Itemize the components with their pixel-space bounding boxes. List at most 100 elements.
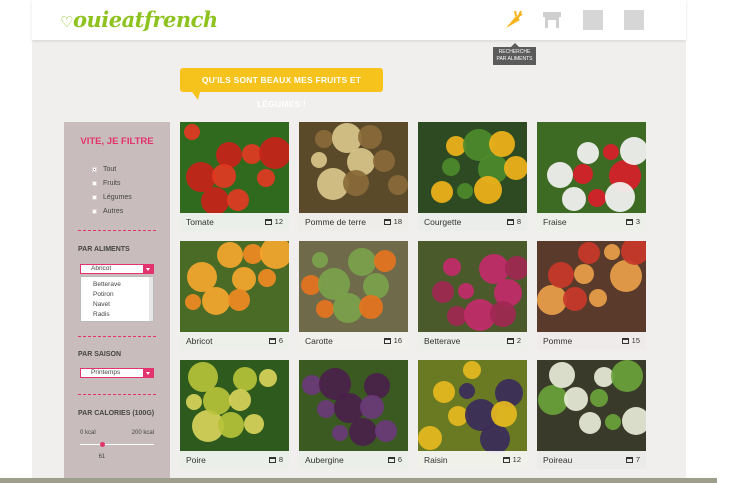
divider <box>78 394 156 395</box>
product-tile[interactable]: Fraise 3 <box>537 122 646 231</box>
product-tile[interactable]: Poireau 7 <box>537 360 646 469</box>
product-count: 16 <box>383 336 402 345</box>
product-caption: Poire 8 <box>180 451 289 469</box>
radio-dot[interactable] <box>92 180 97 186</box>
product-count: 2 <box>506 336 521 345</box>
list-item[interactable]: Navet <box>93 300 153 310</box>
basket-icon <box>625 219 633 225</box>
product-count-value: 8 <box>516 217 521 226</box>
product-name: Aubergine <box>305 455 344 465</box>
filter-option-fruits[interactable]: Fruits <box>92 180 121 187</box>
market-stall-icon[interactable] <box>542 10 562 30</box>
filter-option-autres[interactable]: Autres <box>92 208 123 215</box>
product-name: Tomate <box>186 217 214 227</box>
product-name: Betterave <box>424 336 461 346</box>
product-tile[interactable]: Tomate 12 <box>180 122 289 231</box>
product-tile[interactable]: Carotte 16 <box>299 241 408 350</box>
aliments-label: PAR ALIMENTS <box>78 246 130 253</box>
product-caption: Poireau 7 <box>537 451 646 469</box>
product-tile[interactable]: Abricot 6 <box>180 241 289 350</box>
calories-slider-track[interactable] <box>80 444 154 445</box>
product-name: Pomme de terre <box>305 217 366 227</box>
chevron-down-icon[interactable] <box>143 369 153 377</box>
filter-option-legumes[interactable]: Légumes <box>92 194 132 201</box>
saison-select[interactable]: Printemps <box>80 368 154 378</box>
radio-dot[interactable] <box>92 166 97 172</box>
filter-sidebar: VITE, JE FILTRE Tout Fruits Légumes Autr… <box>64 122 170 483</box>
cal-max-label: 200 kcal <box>131 430 154 436</box>
product-count-value: 12 <box>274 217 283 226</box>
nav-button-3[interactable] <box>583 10 603 30</box>
basket-icon <box>506 219 514 225</box>
product-count-value: 3 <box>635 217 640 226</box>
product-tile[interactable]: Pomme de terre 18 <box>299 122 408 231</box>
product-count: 7 <box>625 455 640 464</box>
bottom-bar <box>0 478 717 483</box>
listbox-scrollbar[interactable] <box>149 277 153 321</box>
product-tile[interactable]: Raisin 12 <box>418 360 527 469</box>
nav-tooltip: Recherche par aliments <box>493 43 536 65</box>
radio-dot[interactable] <box>92 194 97 200</box>
calories-value: 61 <box>98 454 106 460</box>
aliments-select[interactable]: Abricot <box>80 264 154 274</box>
carrot-icon[interactable] <box>502 8 524 32</box>
product-count-value: 8 <box>278 455 283 464</box>
product-count: 6 <box>268 336 283 345</box>
aliments-selected: Abricot <box>91 265 112 272</box>
calories-slider-knob[interactable] <box>100 442 106 447</box>
product-count-value: 7 <box>635 455 640 464</box>
radio-dot[interactable] <box>92 208 97 214</box>
product-name: Pomme <box>543 336 573 346</box>
product-name: Poireau <box>543 455 573 465</box>
saison-label: PAR SAISON <box>78 351 122 358</box>
filter-option-tout[interactable]: Tout <box>92 166 116 173</box>
chevron-down-icon[interactable] <box>143 265 153 273</box>
product-caption: Pomme 15 <box>537 332 646 350</box>
product-caption: Courgette 8 <box>418 213 527 231</box>
product-caption: Tomate 12 <box>180 213 289 231</box>
filter-option-label: Légumes <box>103 194 132 201</box>
product-count-value: 16 <box>393 336 402 345</box>
filter-title: VITE, JE FILTRE <box>80 136 154 147</box>
nav-button-4[interactable] <box>624 10 644 30</box>
product-name: Abricot <box>186 336 213 346</box>
basket-icon <box>621 338 629 344</box>
product-count-value: 12 <box>512 455 521 464</box>
product-tile[interactable]: Courgette 8 <box>418 122 527 231</box>
product-caption: Fraise 3 <box>537 213 646 231</box>
basket-icon <box>383 219 391 225</box>
product-count: 12 <box>502 455 521 464</box>
product-count-value: 15 <box>631 336 640 345</box>
filter-option-label: Tout <box>103 166 117 173</box>
divider <box>78 336 156 337</box>
product-caption: Raisin 12 <box>418 451 527 469</box>
banner-bubble: QU'ILS SONT BEAUX MES FRUITS ET LÉGUMES … <box>180 68 383 109</box>
product-count-value: 6 <box>278 336 283 345</box>
product-caption: Carotte 16 <box>299 332 408 350</box>
product-name: Carotte <box>305 336 333 346</box>
product-tile[interactable]: Aubergine 6 <box>299 360 408 469</box>
site-logo[interactable]: ♡ouieatfrench <box>60 7 218 32</box>
product-count: 12 <box>264 217 283 226</box>
basket-icon <box>625 457 633 463</box>
list-item[interactable]: Betterave <box>93 280 153 290</box>
basket-icon <box>502 457 510 463</box>
list-item[interactable]: Radis <box>93 310 153 320</box>
product-count: 8 <box>268 455 283 464</box>
product-caption: Betterave 2 <box>418 332 527 350</box>
basket-icon <box>383 338 391 344</box>
cal-min-label: 0 kcal <box>80 430 96 436</box>
basket-icon <box>264 219 272 225</box>
calories-label: PAR CALORIES (100G) <box>78 410 155 417</box>
product-tile[interactable]: Betterave 2 <box>418 241 527 350</box>
filter-option-label: Fruits <box>103 180 121 187</box>
product-tile[interactable]: Poire 8 <box>180 360 289 469</box>
product-tile[interactable]: Pomme 15 <box>537 241 646 350</box>
aliments-listbox[interactable]: Betterave Potiron Navet Radis <box>80 276 154 322</box>
product-name: Raisin <box>424 455 448 465</box>
product-count: 3 <box>625 217 640 226</box>
product-caption: Abricot 6 <box>180 332 289 350</box>
product-name: Fraise <box>543 217 567 227</box>
list-item[interactable]: Potiron <box>93 290 153 300</box>
basket-icon <box>506 338 514 344</box>
